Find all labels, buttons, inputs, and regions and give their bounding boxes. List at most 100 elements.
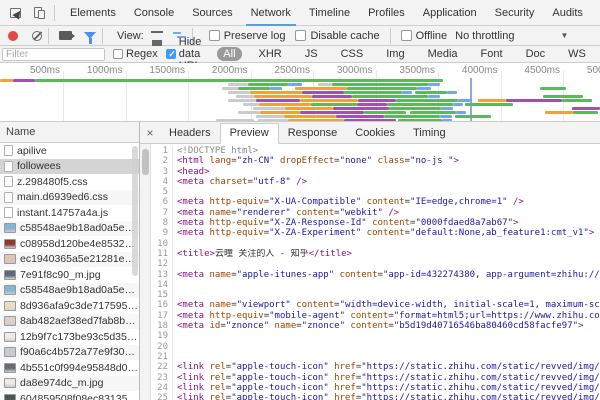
type-filter-doc[interactable]: Doc bbox=[520, 47, 552, 61]
tab-profiles[interactable]: Profiles bbox=[359, 0, 414, 26]
list-view-icon[interactable] bbox=[151, 31, 163, 40]
request-row[interactable]: followees bbox=[0, 159, 139, 175]
preview-pane: 1<!DOCTYPE html>2<html lang="zh-CN" drop… bbox=[140, 144, 600, 400]
type-filter-all[interactable]: All bbox=[217, 47, 241, 61]
request-row[interactable]: 8ab482aef38ed7fab8bd4314 bbox=[0, 314, 139, 330]
type-filter-media[interactable]: Media bbox=[422, 47, 464, 61]
request-row[interactable]: c58548ae9b18ad0a5e79fe4e bbox=[0, 283, 139, 299]
tab-elements[interactable]: Elements bbox=[61, 0, 125, 26]
detail-tab-cookies[interactable]: Cookies bbox=[346, 124, 404, 143]
hide-data-urls-checkbox[interactable] bbox=[166, 49, 176, 59]
screenshot-capture-icon[interactable] bbox=[59, 31, 72, 40]
line-number[interactable]: 24 bbox=[151, 383, 173, 393]
preview-scrollbar-track[interactable] bbox=[140, 144, 151, 400]
throttling-select[interactable]: No throttling bbox=[455, 30, 514, 42]
tab-console[interactable]: Console bbox=[125, 0, 183, 26]
clear-button[interactable] bbox=[32, 31, 42, 41]
type-filter-js[interactable]: JS bbox=[299, 47, 324, 61]
request-row[interactable]: f90a6c4b572a77e9f30de153 bbox=[0, 345, 139, 361]
filter-bar: Regex Hide data URLs AllXHRJSCSSImgMedia… bbox=[0, 46, 600, 63]
line-number[interactable]: 1 bbox=[151, 146, 173, 156]
request-row[interactable]: 604859508f08ec8313573f0e7 bbox=[0, 391, 139, 400]
tab-audits[interactable]: Audits bbox=[543, 0, 592, 26]
request-row[interactable]: c08958d120be4e853230649 bbox=[0, 236, 139, 252]
request-list-scrollbar[interactable] bbox=[132, 146, 138, 276]
network-overview[interactable] bbox=[0, 78, 600, 122]
tab-security[interactable]: Security bbox=[486, 0, 544, 26]
timeline-ruler[interactable]: 500ms1000ms1500ms2000ms2500ms3000ms3500m… bbox=[0, 63, 600, 78]
line-number[interactable]: 15 bbox=[151, 290, 173, 300]
disable-cache-checkbox[interactable] bbox=[295, 30, 306, 41]
detail-tab-headers[interactable]: Headers bbox=[160, 124, 220, 143]
inspect-element-icon[interactable] bbox=[8, 5, 24, 21]
filter-input[interactable] bbox=[2, 48, 105, 61]
request-row[interactable]: 7e91f8c90_m.jpg bbox=[0, 267, 139, 283]
request-row[interactable]: z.298480f5.css bbox=[0, 174, 139, 190]
chevron-down-icon[interactable]: ▼ bbox=[560, 31, 568, 40]
line-number[interactable]: 9 bbox=[151, 228, 173, 238]
name-column-header[interactable]: Name bbox=[0, 122, 139, 143]
line-number[interactable]: 3 bbox=[151, 167, 173, 177]
line-content: <meta charset="utf-8" /> bbox=[173, 177, 307, 187]
request-row[interactable]: 4b551c0f994e95848d0dda09 bbox=[0, 360, 139, 376]
close-icon[interactable]: × bbox=[140, 123, 160, 143]
line-content: <link rel="apple-touch-icon" href="https… bbox=[173, 383, 600, 393]
filter-icon[interactable] bbox=[84, 32, 96, 39]
tab-sources[interactable]: Sources bbox=[183, 0, 241, 26]
line-number[interactable]: 18 bbox=[151, 321, 173, 331]
detail-tab-response[interactable]: Response bbox=[279, 124, 347, 143]
line-number[interactable]: 21 bbox=[151, 352, 173, 362]
preserve-log-checkbox[interactable] bbox=[209, 30, 220, 41]
overview-request-bar bbox=[260, 111, 300, 114]
preview-scrollbar-thumb[interactable] bbox=[142, 149, 149, 175]
request-row[interactable]: main.d6939ed6.css bbox=[0, 190, 139, 206]
line-number[interactable]: 13 bbox=[151, 270, 173, 280]
request-row[interactable]: apilive bbox=[0, 143, 139, 159]
line-number[interactable]: 7 bbox=[151, 208, 173, 218]
line-number[interactable]: 5 bbox=[151, 187, 173, 197]
line-number[interactable]: 22 bbox=[151, 362, 173, 372]
line-number[interactable]: 4 bbox=[151, 177, 173, 187]
line-number[interactable]: 16 bbox=[151, 300, 173, 310]
request-row[interactable]: da8e974dc_m.jpg bbox=[0, 376, 139, 392]
overview-request-bar bbox=[347, 87, 417, 90]
request-row[interactable]: 12b9f7c173be93c5d35fea2d bbox=[0, 329, 139, 345]
source-line: 13<meta name="apple-itunes-app" content=… bbox=[151, 270, 600, 280]
tab-network[interactable]: Network bbox=[242, 0, 300, 26]
line-number[interactable]: 14 bbox=[151, 280, 173, 290]
regex-checkbox[interactable] bbox=[113, 49, 123, 59]
line-number[interactable]: 2 bbox=[151, 156, 173, 166]
request-row[interactable]: c58548ae9b18ad0a5e79fe4e bbox=[0, 221, 139, 237]
line-number[interactable]: 19 bbox=[151, 331, 173, 341]
main-tabs-container: ElementsConsoleSourcesNetworkTimelinePro… bbox=[61, 0, 600, 26]
line-number[interactable]: 8 bbox=[151, 218, 173, 228]
type-filter-css[interactable]: CSS bbox=[335, 47, 370, 61]
offline-checkbox[interactable] bbox=[401, 30, 412, 41]
html-source-view[interactable]: 1<!DOCTYPE html>2<html lang="zh-CN" drop… bbox=[151, 144, 600, 400]
tab-adblock-plus[interactable]: Adblock Plus bbox=[592, 0, 600, 26]
line-number[interactable]: 20 bbox=[151, 342, 173, 352]
type-filter-xhr[interactable]: XHR bbox=[253, 47, 288, 61]
request-row[interactable]: instant.14757a4a.js bbox=[0, 205, 139, 221]
request-name: z.298480f5.css bbox=[17, 176, 88, 188]
type-filter-img[interactable]: Img bbox=[380, 47, 410, 61]
detail-tab-preview[interactable]: Preview bbox=[220, 123, 279, 144]
request-row[interactable]: ec1940365a5e21281ee71856 bbox=[0, 252, 139, 268]
line-content: <meta http-equiv="mobile-agent" content=… bbox=[173, 311, 600, 321]
line-number[interactable]: 17 bbox=[151, 311, 173, 321]
line-number[interactable]: 6 bbox=[151, 197, 173, 207]
type-filter-font[interactable]: Font bbox=[475, 47, 509, 61]
tab-timeline[interactable]: Timeline bbox=[300, 0, 359, 26]
line-number[interactable]: 23 bbox=[151, 373, 173, 383]
line-number[interactable]: 11 bbox=[151, 249, 173, 259]
tab-application[interactable]: Application bbox=[414, 0, 486, 26]
line-number[interactable]: 10 bbox=[151, 239, 173, 249]
device-toolbar-icon[interactable] bbox=[32, 5, 48, 21]
type-filter-ws[interactable]: WS bbox=[562, 47, 592, 61]
preserve-log-label: Preserve log bbox=[224, 30, 286, 42]
line-number[interactable]: 25 bbox=[151, 393, 173, 400]
line-number[interactable]: 12 bbox=[151, 259, 173, 269]
request-row[interactable]: 8d936afa9c3de7175958fae5 bbox=[0, 298, 139, 314]
detail-tab-timing[interactable]: Timing bbox=[404, 124, 455, 143]
record-button[interactable] bbox=[8, 31, 18, 41]
